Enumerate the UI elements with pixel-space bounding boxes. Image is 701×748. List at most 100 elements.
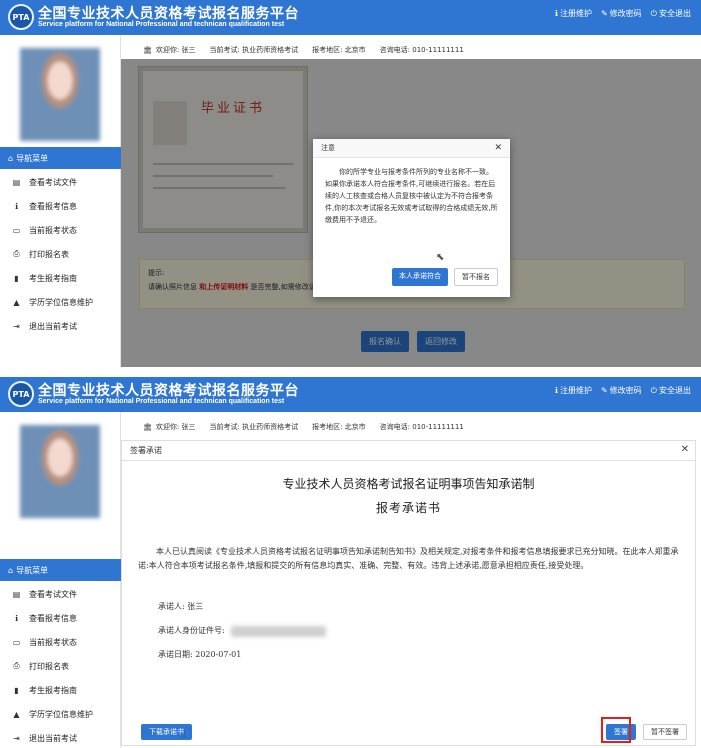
sidebar-item-registration-status[interactable]: ▭ 当前报考状态 bbox=[0, 218, 121, 242]
app-title: 全国专业技术人员资格考试报名服务平台 bbox=[38, 6, 299, 22]
document-title: 专业技术人员资格考试报名证明事项告知承诺制 bbox=[282, 477, 535, 491]
sidebar-item-degree-info[interactable]: ▲ 学历学位信息维护 bbox=[0, 702, 121, 726]
nav-menu-title: 导航菜单 bbox=[16, 153, 49, 163]
sidebar-item-label: 学历学位信息维护 bbox=[29, 709, 93, 719]
monitor-icon: ▭ bbox=[12, 225, 21, 235]
sidebar-item-label: 考生报考指南 bbox=[29, 273, 77, 283]
logo-text: PTA bbox=[12, 12, 30, 22]
sign-button-highlight bbox=[601, 717, 631, 743]
power-icon: ⏻ bbox=[650, 8, 657, 18]
nav-menu-header[interactable]: ⌂ 导航菜单 bbox=[0, 559, 121, 581]
exit-icon: ⇥ bbox=[13, 321, 20, 331]
logout-link[interactable]: ⏻ 安全退出 bbox=[651, 385, 691, 396]
promise-qualified-button[interactable]: 本人承诺符合 bbox=[392, 268, 448, 286]
close-icon[interactable]: ✕ bbox=[681, 444, 689, 455]
avatar bbox=[20, 425, 100, 518]
platform-logo: PTA bbox=[8, 4, 34, 30]
logout-label: 安全退出 bbox=[659, 386, 691, 395]
promiser-id-row: 承诺人身份证件号: bbox=[158, 625, 326, 637]
app-title: 全国专业技术人员资格考试报名服务平台 bbox=[38, 383, 299, 399]
register-maintain-link[interactable]: ℹ 注册维护 bbox=[555, 8, 592, 19]
avatar bbox=[20, 48, 100, 141]
power-icon: ⏻ bbox=[650, 385, 657, 395]
logout-link[interactable]: ⏻ 安全退出 bbox=[651, 8, 691, 19]
app-header: PTA 全国专业技术人员资格考试报名服务平台 Service platform … bbox=[0, 0, 701, 35]
sidebar-item-registration-info[interactable]: ℹ 查看报考信息 bbox=[0, 194, 121, 218]
printer-icon: ⎙ bbox=[13, 249, 20, 258]
nav-list: ▤ 查看考试文件 ℹ 查看报考信息 ▭ 当前报考状态 ⎙ 打印报名表 ▮ 考生报考指南 ▲… bbox=[0, 582, 121, 748]
app-subtitle: Service platform for National Profession… bbox=[38, 21, 285, 28]
sidebar-item-guide[interactable]: ▮ 考生报考指南 bbox=[0, 266, 121, 290]
sidebar-item-label: 查看报考信息 bbox=[29, 613, 77, 623]
sidebar-item-label: 当前报考状态 bbox=[29, 637, 77, 647]
sidebar: ⌂ 导航菜单 ▤ 查看考试文件 ℹ 查看报考信息 ▭ 当前报考状态 ⎙ 打印报名表 ▮ 考生… bbox=[0, 35, 121, 367]
dialog-actions: 本人承诺符合 暂不报名 bbox=[392, 268, 498, 286]
printer-icon: ⎙ bbox=[13, 661, 20, 670]
promiser-id-label: 承诺人身份证件号: bbox=[158, 626, 225, 635]
sidebar-item-label: 学历学位信息维护 bbox=[29, 297, 93, 307]
user-info-bar: 🏛 欢迎你: 张三 当前考试: 执业药师资格考试 报考地区: 北京市 咨询电话:… bbox=[133, 41, 693, 59]
sidebar-item-label: 考生报考指南 bbox=[29, 685, 77, 695]
sidebar-item-print-form[interactable]: ⎙ 打印报名表 bbox=[0, 242, 121, 266]
document-icon: ▤ bbox=[12, 589, 21, 599]
sidebar-item-exam-files[interactable]: ▤ 查看考试文件 bbox=[0, 170, 121, 194]
sidebar-item-label: 查看考试文件 bbox=[29, 177, 77, 187]
book-icon: ▮ bbox=[14, 273, 19, 283]
user-info-bar: 🏛 欢迎你: 张三 当前考试: 执业药师资格考试 报考地区: 北京市 咨询电话:… bbox=[133, 418, 693, 436]
info-icon: ℹ bbox=[554, 9, 558, 18]
id-number-redacted bbox=[230, 625, 326, 637]
header-links: ℹ 注册维护 ✎ 修改密码 ⏻ 安全退出 bbox=[555, 8, 691, 19]
document-subtitle: 报考承诺书 bbox=[375, 501, 441, 515]
book-icon: ▮ bbox=[14, 685, 19, 695]
dialog-title: 签署承诺 bbox=[130, 446, 162, 455]
skip-registration-button[interactable]: 暂不报名 bbox=[454, 268, 498, 286]
current-exam: 当前考试: 执业药师资格考试 bbox=[209, 46, 299, 54]
sidebar-item-print-form[interactable]: ⎙ 打印报名表 bbox=[0, 654, 121, 678]
dialog-header: 注意 bbox=[313, 139, 510, 158]
sidebar-item-exam-files[interactable]: ▤ 查看考试文件 bbox=[0, 582, 121, 606]
nav-menu-header[interactable]: ⌂ 导航菜单 bbox=[0, 147, 121, 169]
change-password-link[interactable]: ✎ 修改密码 bbox=[601, 385, 642, 396]
change-password-label: 修改密码 bbox=[609, 386, 642, 395]
register-maintain-link[interactable]: ℹ 注册维护 bbox=[555, 385, 592, 396]
mouse-cursor-icon: ⬉ bbox=[436, 252, 445, 263]
bank-icon: 🏛 bbox=[143, 46, 152, 54]
hand-cursor-icon: ☝ bbox=[180, 730, 187, 741]
sign-commitment-dialog: 签署承诺 ✕ 专业技术人员资格考试报名证明事项告知承诺制 报考承诺书 本人已认真… bbox=[121, 440, 696, 746]
sidebar-item-registration-status[interactable]: ▭ 当前报考状态 bbox=[0, 630, 121, 654]
nav-menu-title: 导航菜单 bbox=[16, 565, 49, 575]
exit-icon: ⇥ bbox=[13, 733, 20, 743]
sidebar-item-exit-exam[interactable]: ⇥ 退出当前考试 bbox=[0, 314, 121, 338]
sidebar-item-label: 当前报考状态 bbox=[29, 225, 77, 235]
sidebar-item-guide[interactable]: ▮ 考生报考指南 bbox=[0, 678, 121, 702]
sidebar-item-label: 退出当前考试 bbox=[29, 321, 77, 331]
commitment-text: 本人已认真阅读《专业技术人员资格考试报名证明事项告知承诺制告知书》及相关规定,对… bbox=[138, 547, 679, 570]
home-icon: ⌂ bbox=[8, 153, 14, 163]
info-icon: ℹ bbox=[14, 201, 19, 211]
exam-region: 报考地区: 北京市 bbox=[312, 46, 366, 54]
welcome-text: 欢迎你: 张三 bbox=[155, 423, 196, 431]
sidebar: ⌂ 导航菜单 ▤ 查看考试文件 ℹ 查看报考信息 ▭ 当前报考状态 ⎙ 打印报名表 ▮ 考生… bbox=[0, 412, 121, 748]
sidebar-item-exit-exam[interactable]: ⇥ 退出当前考试 bbox=[0, 726, 121, 748]
app-subtitle: Service platform for National Profession… bbox=[38, 398, 285, 405]
sidebar-item-label: 退出当前考试 bbox=[29, 733, 77, 743]
close-icon[interactable]: ✕ bbox=[494, 143, 502, 153]
change-password-link[interactable]: ✎ 修改密码 bbox=[601, 8, 642, 19]
nav-list: ▤ 查看考试文件 ℹ 查看报考信息 ▭ 当前报考状态 ⎙ 打印报名表 ▮ 考生报考指南 ▲… bbox=[0, 170, 121, 338]
edit-icon: ✎ bbox=[600, 9, 608, 18]
consult-phone: 咨询电话: 010-11111111 bbox=[379, 46, 464, 54]
logo-text: PTA bbox=[12, 389, 30, 399]
skip-sign-button[interactable]: 暂不签署 bbox=[643, 724, 687, 740]
dialog-title: 注意 bbox=[321, 144, 335, 152]
dialog-header: 签署承诺 bbox=[122, 441, 695, 461]
edit-icon: ✎ bbox=[600, 386, 608, 395]
platform-logo: PTA bbox=[8, 381, 34, 407]
dialog-body: 你的所学专业与报考条件所列的专业名称不一致。如果你承诺本人符合报考条件,可继续进… bbox=[325, 168, 498, 224]
sidebar-item-label: 打印报名表 bbox=[29, 661, 69, 671]
promiser-name: 承诺人: 张三 bbox=[158, 602, 204, 611]
app-header: PTA 全国专业技术人员资格考试报名服务平台 Service platform … bbox=[0, 377, 701, 412]
graduation-cap-icon: ▲ bbox=[13, 297, 20, 307]
sidebar-item-label: 查看报考信息 bbox=[29, 201, 77, 211]
sidebar-item-registration-info[interactable]: ℹ 查看报考信息 bbox=[0, 606, 121, 630]
sidebar-item-degree-info[interactable]: ▲ 学历学位信息维护 bbox=[0, 290, 121, 314]
